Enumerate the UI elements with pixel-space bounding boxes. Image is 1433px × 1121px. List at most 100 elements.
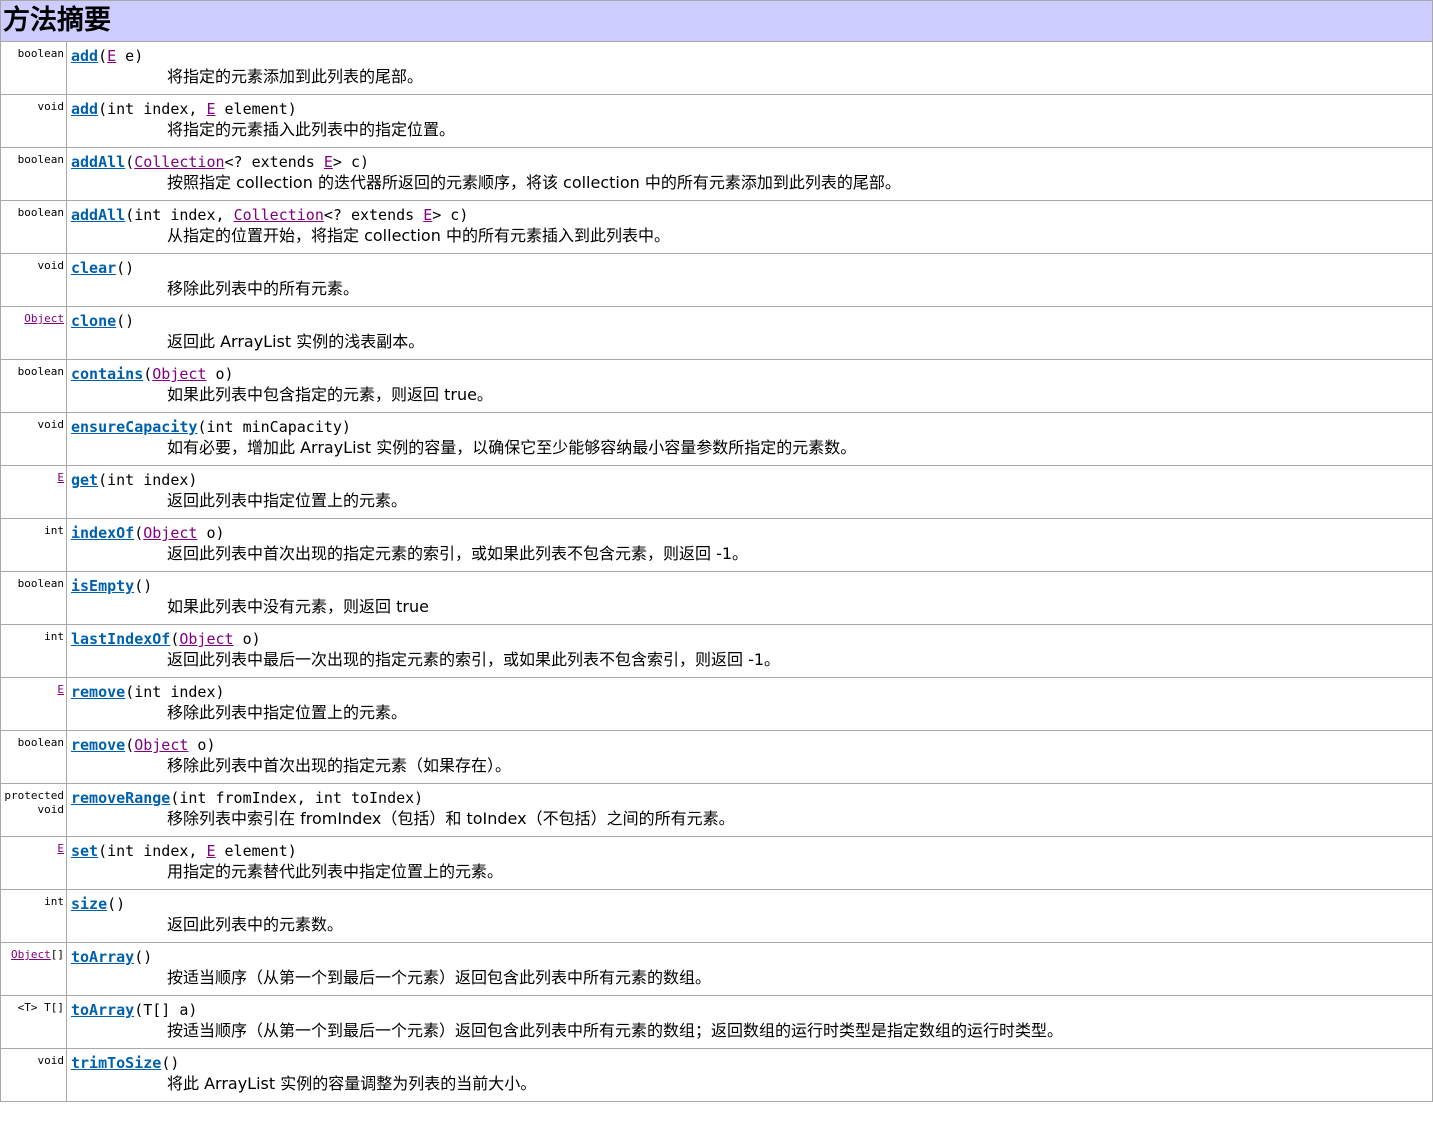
method-description: 移除此列表中的所有元素。 [167, 279, 360, 298]
param-type-link[interactable]: Object [143, 524, 197, 542]
method-name-link[interactable]: add [71, 47, 98, 65]
method-signature: contains(Object o) [71, 363, 1432, 385]
method-description: 返回此列表中的元素数。 [167, 915, 344, 934]
method-name-link[interactable]: lastIndexOf [71, 630, 170, 648]
method-signature: addAll(Collection<? extends E> c) [71, 151, 1432, 173]
return-type-cell: boolean [0, 200, 67, 254]
method-name-link[interactable]: isEmpty [71, 577, 134, 595]
method-name-link[interactable]: remove [71, 736, 125, 754]
return-type-text: void [37, 803, 65, 816]
method-summary-table: 方法摘要 boolean add(E e) 将指定的元素添加到此列表的尾部。 void… [0, 0, 1433, 1102]
param-type-link[interactable]: Collection [234, 206, 324, 224]
return-type-text: <T> T[] [17, 1001, 64, 1014]
method-name-link[interactable]: addAll [71, 153, 125, 171]
method-detail-cell: remove(int index) 移除此列表中指定位置上的元素。 [66, 677, 1433, 731]
method-signature: lastIndexOf(Object o) [71, 628, 1432, 650]
method-description: 按照指定 collection 的迭代器所返回的元素顺序，将该 collecti… [167, 173, 901, 192]
method-detail-cell: clone() 返回此 ArrayList 实例的浅表副本。 [66, 306, 1433, 360]
param-text: ( [125, 153, 135, 171]
param-text: <? extends [323, 206, 424, 224]
method-summary-header: 方法摘要 [0, 0, 1433, 42]
method-name-link[interactable]: get [71, 471, 98, 489]
method-description: 返回此 ArrayList 实例的浅表副本。 [167, 332, 425, 351]
return-type-link[interactable]: E [57, 842, 64, 855]
method-description: 返回此列表中首次出现的指定元素的索引，或如果此列表不包含元素，则返回 -1。 [167, 544, 749, 563]
method-description: 用指定的元素替代此列表中指定位置上的元素。 [167, 862, 504, 881]
method-name-link[interactable]: size [71, 895, 107, 913]
return-type-link[interactable]: Object [11, 948, 51, 961]
return-type-cell: int [0, 624, 67, 678]
method-signature: get(int index) [71, 469, 1432, 491]
return-type-cell: E [0, 836, 67, 890]
method-row: int lastIndexOf(Object o) 返回此列表中最后一次出现的指定元… [0, 624, 1433, 678]
return-type-cell: E [0, 465, 67, 519]
method-name-link[interactable]: clear [71, 259, 116, 277]
param-text: ( [143, 365, 153, 383]
param-type-link[interactable]: E [423, 206, 432, 224]
return-type-text: boolean [17, 153, 64, 166]
method-description: 按适当顺序（从第一个到最后一个元素）返回包含此列表中所有元素的数组；返回数组的运… [167, 1021, 1064, 1040]
method-name-link[interactable]: toArray [71, 1001, 134, 1019]
method-signature: remove(int index) [71, 681, 1432, 703]
method-signature: isEmpty() [71, 575, 1432, 597]
method-description: 如果此列表中没有元素，则返回 true [167, 597, 429, 616]
param-text: () [116, 259, 135, 277]
method-row: <T> T[] toArray(T[] a) 按适当顺序（从第一个到最后一个元素）返… [0, 995, 1433, 1049]
method-description: 移除此列表中首次出现的指定元素（如果存在）。 [167, 756, 512, 775]
param-text: () [161, 1054, 180, 1072]
method-detail-cell: trimToSize() 将此 ArrayList 实例的容量调整为列表的当前大小… [66, 1048, 1433, 1102]
method-name-link[interactable]: ensureCapacity [71, 418, 197, 436]
param-text: (T[] a) [134, 1001, 198, 1019]
method-detail-cell: add(int index, E element) 将指定的元素插入此列表中的指定… [66, 94, 1433, 148]
return-type-cell: Object [0, 306, 67, 360]
method-row: boolean addAll(int index, Collection<? ex… [0, 200, 1433, 254]
method-row: Eremove(int index) 移除此列表中指定位置上的元素。 [0, 677, 1433, 731]
return-type-cell: void [0, 1048, 67, 1102]
param-type-link[interactable]: Object [152, 365, 206, 383]
method-row: Eget(int index) 返回此列表中指定位置上的元素。 [0, 465, 1433, 519]
return-type-text: void [37, 100, 65, 113]
method-name-link[interactable]: indexOf [71, 524, 134, 542]
param-text: () [134, 948, 153, 966]
method-name-link[interactable]: remove [71, 683, 125, 701]
param-type-link[interactable]: Object [134, 736, 188, 754]
method-name-link[interactable]: trimToSize [71, 1054, 161, 1072]
method-row: Object[] toArray() 按适当顺序（从第一个到最后一个元素）返回包含此… [0, 942, 1433, 996]
param-type-link[interactable]: E [206, 842, 215, 860]
param-type-link[interactable]: Object [179, 630, 233, 648]
method-row: void clear() 移除此列表中的所有元素。 [0, 253, 1433, 307]
method-description: 如有必要，增加此 ArrayList 实例的容量，以确保它至少能够容纳最小容量参… [167, 438, 857, 457]
method-name-link[interactable]: removeRange [71, 789, 170, 807]
method-signature: toArray(T[] a) [71, 999, 1432, 1021]
method-name-link[interactable]: clone [71, 312, 116, 330]
return-type-cell: void [0, 253, 67, 307]
return-type-text: void [37, 1054, 65, 1067]
param-text: (int index, [125, 206, 234, 224]
return-type-text: void [37, 259, 65, 272]
return-type-link[interactable]: Object [24, 312, 64, 325]
param-text: (int minCapacity) [197, 418, 351, 436]
method-name-link[interactable]: add [71, 100, 98, 118]
return-type-cell: void [0, 412, 67, 466]
method-description: 将指定的元素插入此列表中的指定位置。 [167, 120, 456, 139]
method-name-link[interactable]: set [71, 842, 98, 860]
param-type-link[interactable]: E [206, 100, 215, 118]
param-type-link[interactable]: Collection [134, 153, 224, 171]
param-text: (int index) [98, 471, 198, 489]
method-name-link[interactable]: addAll [71, 206, 125, 224]
param-text: > c) [332, 153, 370, 171]
return-type-link[interactable]: E [57, 471, 64, 484]
return-type-link[interactable]: E [57, 683, 64, 696]
param-text: element) [215, 842, 297, 860]
param-type-link[interactable]: E [107, 47, 116, 65]
method-description: 移除此列表中指定位置上的元素。 [167, 703, 408, 722]
param-text: () [134, 577, 153, 595]
method-row: void add(int index, E element) 将指定的元素插入此列表… [0, 94, 1433, 148]
method-name-link[interactable]: toArray [71, 948, 134, 966]
param-type-link[interactable]: E [324, 153, 333, 171]
method-detail-cell: toArray() 按适当顺序（从第一个到最后一个元素）返回包含此列表中所有元素的… [66, 942, 1433, 996]
method-name-link[interactable]: contains [71, 365, 143, 383]
method-rows: boolean add(E e) 将指定的元素添加到此列表的尾部。 void add(i… [0, 41, 1433, 1102]
method-signature: removeRange(int fromIndex, int toIndex) [71, 787, 1432, 809]
return-type-cell: E [0, 677, 67, 731]
